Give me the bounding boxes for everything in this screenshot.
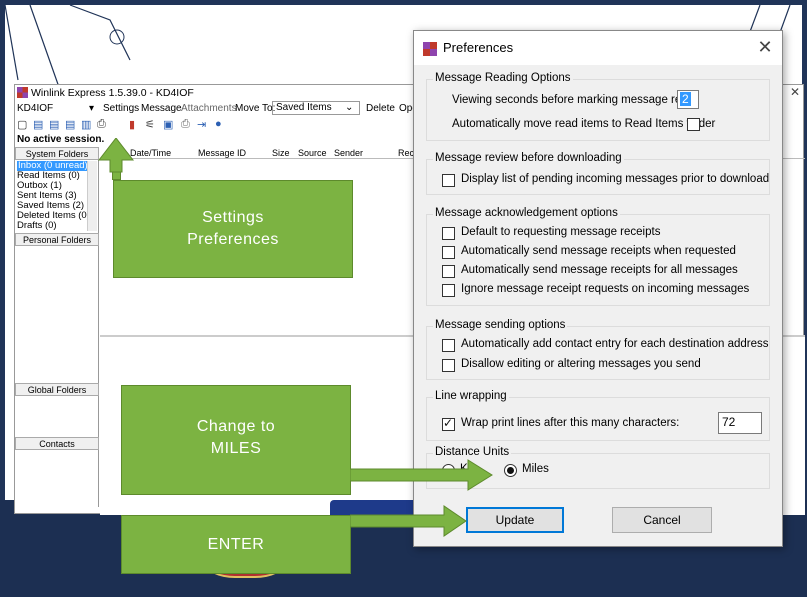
print-icon[interactable]: ⎙ bbox=[97, 118, 106, 131]
wrapping-label: Line wrapping bbox=[433, 390, 509, 402]
menu-message[interactable]: Message bbox=[141, 103, 182, 114]
antenna-icon[interactable]: ⚟ bbox=[145, 118, 155, 131]
global-folders-header: Global Folders bbox=[15, 383, 99, 396]
contacts-header: Contacts bbox=[15, 437, 99, 450]
close-icon[interactable]: ✕ bbox=[754, 36, 776, 58]
column-message-id[interactable]: Message ID bbox=[198, 148, 246, 158]
close-icon[interactable]: ✕ bbox=[787, 85, 803, 101]
preferences-title: Preferences bbox=[443, 40, 514, 55]
settings-arrow-head bbox=[98, 138, 134, 173]
auto-send-receipts-all-label: Automatically send message receipts for … bbox=[461, 264, 738, 276]
settings-preferences-callout: Settings Preferences bbox=[113, 180, 353, 278]
enter-callout: ENTER bbox=[121, 515, 351, 574]
chevron-down-icon[interactable]: ⌄ bbox=[345, 102, 353, 113]
disallow-editing-label: Disallow editing or altering messages yo… bbox=[461, 358, 701, 370]
callsign-select[interactable]: KD4IOF bbox=[17, 103, 53, 114]
callout-miles-text: MILES bbox=[210, 440, 262, 457]
winlink-title: Winlink Express 1.5.39.0 - KD4IOF bbox=[31, 87, 194, 99]
menu-settings[interactable]: Settings bbox=[103, 103, 139, 114]
miles-label: Miles bbox=[522, 463, 549, 475]
viewing-seconds-value: 2 bbox=[680, 92, 691, 106]
display-pending-checkbox[interactable] bbox=[442, 174, 455, 187]
miles-radio[interactable] bbox=[504, 464, 517, 477]
change-to-miles-callout: Change to MILES bbox=[121, 385, 351, 495]
reply-all-icon[interactable]: ▤ bbox=[49, 118, 59, 131]
auto-send-receipts-all-checkbox[interactable] bbox=[442, 265, 455, 278]
column-source[interactable]: Source bbox=[298, 148, 327, 158]
auto-add-contact-checkbox[interactable] bbox=[442, 339, 455, 352]
system-folders-header: System Folders bbox=[15, 147, 99, 160]
reading-options-group bbox=[426, 79, 770, 141]
menu-attachments[interactable]: Attachments bbox=[181, 103, 237, 114]
ignore-receipt-requests-checkbox[interactable] bbox=[442, 284, 455, 297]
wrap-lines-label: Wrap print lines after this many charact… bbox=[461, 417, 680, 429]
disallow-editing-checkbox[interactable] bbox=[442, 359, 455, 372]
auto-send-receipts-requested-checkbox[interactable] bbox=[442, 246, 455, 259]
auto-move-checkbox[interactable] bbox=[687, 118, 700, 131]
display-pending-label: Display list of pending incoming message… bbox=[461, 173, 770, 185]
review-label: Message review before downloading bbox=[433, 152, 624, 164]
chevron-down-icon[interactable]: ▾ bbox=[89, 103, 94, 114]
cancel-button[interactable]: Cancel bbox=[612, 507, 712, 533]
column-datetime[interactable]: Date/Time bbox=[130, 148, 171, 158]
miles-arrow bbox=[350, 459, 493, 491]
forward-icon[interactable]: ▤ bbox=[65, 118, 75, 131]
help-icon[interactable]: ● bbox=[215, 118, 222, 130]
folder-pane: System Folders Inbox (0 unread) Read Ite… bbox=[15, 147, 99, 507]
new-message-icon[interactable]: ▢ bbox=[17, 118, 27, 131]
folder-drafts[interactable]: Drafts (0) bbox=[17, 221, 57, 231]
auto-move-label: Automatically move read items to Read It… bbox=[452, 118, 716, 130]
sending-group bbox=[426, 326, 770, 380]
personal-folders-header: Personal Folders bbox=[15, 233, 99, 246]
save-icon[interactable]: ▣ bbox=[163, 118, 173, 131]
default-request-receipts-label: Default to requesting message receipts bbox=[461, 226, 661, 238]
viewing-seconds-label: Viewing seconds before marking message r… bbox=[452, 94, 698, 106]
callout-change-to-text: Change to bbox=[196, 418, 276, 435]
printer-icon[interactable]: ⎙ bbox=[181, 118, 190, 131]
auto-send-receipts-requested-label: Automatically send message receipts when… bbox=[461, 245, 736, 257]
enter-arrow bbox=[350, 505, 467, 537]
reply-icon[interactable]: ▤ bbox=[33, 118, 43, 131]
move-to-label: Move To: bbox=[235, 103, 276, 114]
viewing-seconds-input[interactable]: 2 bbox=[677, 90, 699, 109]
auto-add-contact-label: Automatically add contact entry for each… bbox=[461, 338, 769, 350]
callout-preferences-text: Preferences bbox=[187, 231, 279, 248]
ignore-receipt-requests-label: Ignore message receipt requests on incom… bbox=[461, 283, 750, 295]
wrap-lines-checkbox[interactable] bbox=[442, 416, 455, 431]
update-button[interactable]: Update bbox=[466, 507, 564, 533]
send-receive-icon[interactable]: ⇥ bbox=[197, 118, 206, 131]
ack-label: Message acknowledgement options bbox=[433, 207, 620, 219]
column-size[interactable]: Size bbox=[272, 148, 290, 158]
preferences-logo-icon bbox=[423, 42, 437, 56]
message-icon[interactable]: ▮ bbox=[129, 118, 135, 131]
sending-label: Message sending options bbox=[433, 319, 568, 331]
print-preview-icon[interactable]: ▥ bbox=[81, 118, 91, 131]
wrap-chars-input[interactable]: 72 bbox=[718, 412, 762, 434]
default-request-receipts-checkbox[interactable] bbox=[442, 227, 455, 240]
menu-delete[interactable]: Delete bbox=[366, 103, 395, 114]
column-sender[interactable]: Sender bbox=[334, 148, 363, 158]
callout-settings-text: Settings bbox=[202, 209, 264, 226]
reading-options-label: Message Reading Options bbox=[433, 72, 573, 84]
winlink-logo-icon bbox=[17, 87, 28, 98]
folder-scrollbar[interactable] bbox=[87, 161, 97, 231]
